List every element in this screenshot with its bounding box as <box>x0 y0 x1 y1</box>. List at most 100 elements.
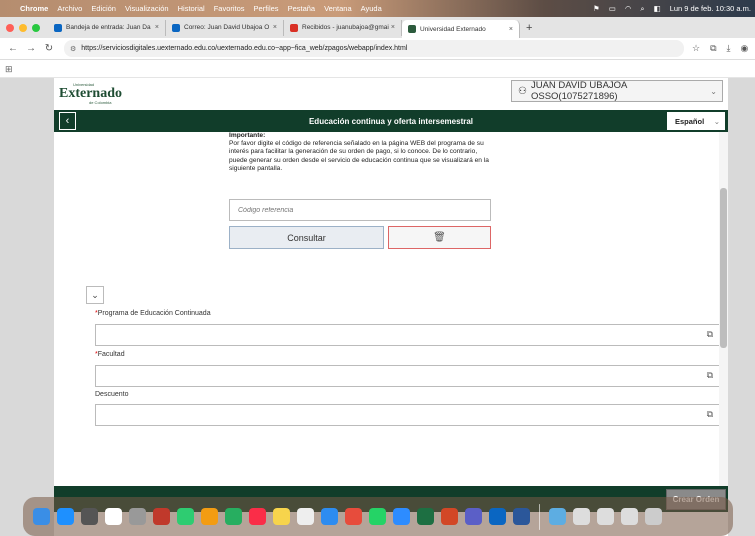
battery-icon[interactable]: ▭ <box>609 4 616 13</box>
photo-booth-icon[interactable] <box>153 508 170 525</box>
menu-visualizacion[interactable]: Visualización <box>125 4 169 13</box>
descuento-field[interactable]: ⧉ <box>95 404 721 426</box>
clock[interactable]: Lun 9 de feb. 10:30 a.m. <box>670 4 751 13</box>
calendar-icon[interactable] <box>105 508 122 525</box>
finder-icon[interactable] <box>33 508 50 525</box>
control-center-icon[interactable]: ◧ <box>654 4 661 13</box>
clear-button[interactable]: 🗑 <box>388 226 491 249</box>
tab-bar: Bandeja de entrada: Juan Da × Correo: Ju… <box>0 17 755 38</box>
wifi-icon[interactable]: ◠ <box>625 4 632 13</box>
site-info-icon[interactable]: ⚙ <box>70 45 76 53</box>
menu-ayuda[interactable]: Ayuda <box>361 4 382 13</box>
forward-arrow-icon[interactable]: → <box>26 43 36 54</box>
browser-actions: ☆ ⧉ ⤓ ◉ <box>692 43 748 54</box>
photos-icon[interactable] <box>201 508 218 525</box>
tab-outlook-mail[interactable]: Correo: Juan David Ubajoa O × <box>166 19 284 36</box>
zoom-window-button[interactable] <box>32 23 40 32</box>
excel-icon[interactable] <box>417 508 434 525</box>
menu-pestana[interactable]: Pestaña <box>288 4 316 13</box>
tab-outlook-inbox[interactable]: Bandeja de entrada: Juan Da × <box>48 19 166 36</box>
downloads-folder-icon[interactable] <box>549 508 566 525</box>
chrome-icon[interactable] <box>345 508 362 525</box>
safari-icon[interactable] <box>321 508 338 525</box>
menu-archivo[interactable]: Archivo <box>57 4 82 13</box>
menu-favoritos[interactable]: Favoritos <box>214 4 245 13</box>
bookmarks-bar: ⊞ <box>0 60 755 78</box>
messages-icon[interactable] <box>225 508 242 525</box>
gmail-icon <box>290 23 298 32</box>
app-container: Universidad Externado de Colombia ⚇ JUAN… <box>54 78 728 536</box>
close-tab-icon[interactable]: × <box>509 26 513 33</box>
user-name: JUAN DAVID UBAJOA OSSO(1075271896) <box>530 80 627 102</box>
whatsapp-icon[interactable] <box>369 508 386 525</box>
chevron-down-icon: ⌄ <box>91 290 99 300</box>
teams-icon[interactable] <box>465 508 482 525</box>
macos-menubar: Chrome Archivo Edición Visualización His… <box>0 0 755 17</box>
minimize-window-button[interactable] <box>19 23 27 32</box>
language-select[interactable]: Español ⌄ <box>667 112 725 130</box>
bookmark-star-icon[interactable]: ☆ <box>692 43 700 54</box>
notes-icon[interactable] <box>273 508 290 525</box>
field-label-programa: *Programa de Educación Continuada <box>95 310 211 317</box>
value-help-icon[interactable]: ⧉ <box>707 370 713 381</box>
window-thumbnail-icon[interactable] <box>597 508 614 525</box>
powerpoint-icon[interactable] <box>441 508 458 525</box>
programa-field[interactable]: ⧉ <box>95 324 721 346</box>
new-tab-button[interactable]: + <box>526 22 532 34</box>
back-arrow-icon[interactable]: ← <box>8 43 18 54</box>
calculator-icon[interactable] <box>81 508 98 525</box>
menu-chrome[interactable]: Chrome <box>20 4 48 13</box>
scrollbar-thumb[interactable] <box>720 188 727 348</box>
word-icon[interactable] <box>513 508 530 525</box>
back-button[interactable]: ‹ <box>59 112 76 130</box>
trash-icon[interactable] <box>645 508 662 525</box>
download-icon[interactable]: ⤓ <box>727 43 731 54</box>
close-tab-icon[interactable]: × <box>155 24 159 31</box>
app-store-icon[interactable] <box>57 508 74 525</box>
outlook-icon <box>172 23 180 32</box>
tab-label: Correo: Juan David Ubajoa O <box>184 24 270 31</box>
menu-perfiles[interactable]: Perfiles <box>254 4 279 13</box>
menu-ventana[interactable]: Ventana <box>324 4 352 13</box>
system-settings-icon[interactable] <box>129 508 146 525</box>
value-help-icon[interactable]: ⧉ <box>707 409 713 420</box>
close-window-button[interactable] <box>6 23 14 32</box>
tab-universidad-externado[interactable]: Universidad Externado × <box>402 20 520 38</box>
tab-gmail[interactable]: Recibidos - juanubajoa@gmai × <box>284 19 402 36</box>
facultad-field[interactable]: ⧉ <box>95 365 721 387</box>
window-thumbnail-icon[interactable] <box>621 508 638 525</box>
reference-code-input[interactable] <box>229 199 491 221</box>
music-icon[interactable] <box>249 508 266 525</box>
close-tab-icon[interactable]: × <box>391 24 395 31</box>
window-thumbnail-icon[interactable] <box>573 508 590 525</box>
address-bar-row: ← → ↻ ⚙ https://serviciosdigitales.uexte… <box>0 38 755 60</box>
facetime-icon[interactable] <box>177 508 194 525</box>
browser-window: Bandeja de entrada: Juan Da × Correo: Ju… <box>0 17 755 536</box>
tab-label: Universidad Externado <box>420 25 486 33</box>
apps-grid-icon[interactable]: ⊞ <box>5 64 13 74</box>
value-help-icon[interactable]: ⧉ <box>707 329 713 340</box>
close-tab-icon[interactable]: × <box>273 24 277 31</box>
language-value: Español <box>675 116 705 126</box>
reload-icon[interactable]: ↻ <box>44 43 54 54</box>
profile-icon[interactable]: ◉ <box>741 43 749 54</box>
reminders-icon[interactable] <box>297 508 314 525</box>
field-label-descuento: Descuento <box>95 391 129 398</box>
user-icon: ⚇ <box>518 85 527 97</box>
outlook-icon[interactable] <box>489 508 506 525</box>
user-menu[interactable]: ⚇ JUAN DAVID UBAJOA OSSO(1075271896) ⌄ <box>511 80 723 102</box>
zoom-icon[interactable] <box>393 508 410 525</box>
field-label-facultad: *Facultad <box>95 351 125 358</box>
consultar-button[interactable]: Consultar <box>229 226 384 249</box>
menu-edicion[interactable]: Edición <box>91 4 116 13</box>
vertical-scrollbar[interactable] <box>719 132 728 486</box>
tab-label: Recibidos - juanubajoa@gmai <box>302 24 389 31</box>
url-field[interactable]: ⚙ https://serviciosdigitales.uexternado.… <box>64 40 684 57</box>
extensions-icon[interactable]: ⧉ <box>710 43 716 54</box>
extension-icon[interactable]: ⚑ <box>593 4 600 13</box>
spotlight-search-icon[interactable]: ⌕ <box>640 4 644 14</box>
dock-separator <box>539 503 540 530</box>
menu-historial[interactable]: Historial <box>178 4 205 13</box>
collapse-toggle[interactable]: ⌄ <box>86 286 104 304</box>
chevron-down-icon: ⌄ <box>713 116 720 126</box>
